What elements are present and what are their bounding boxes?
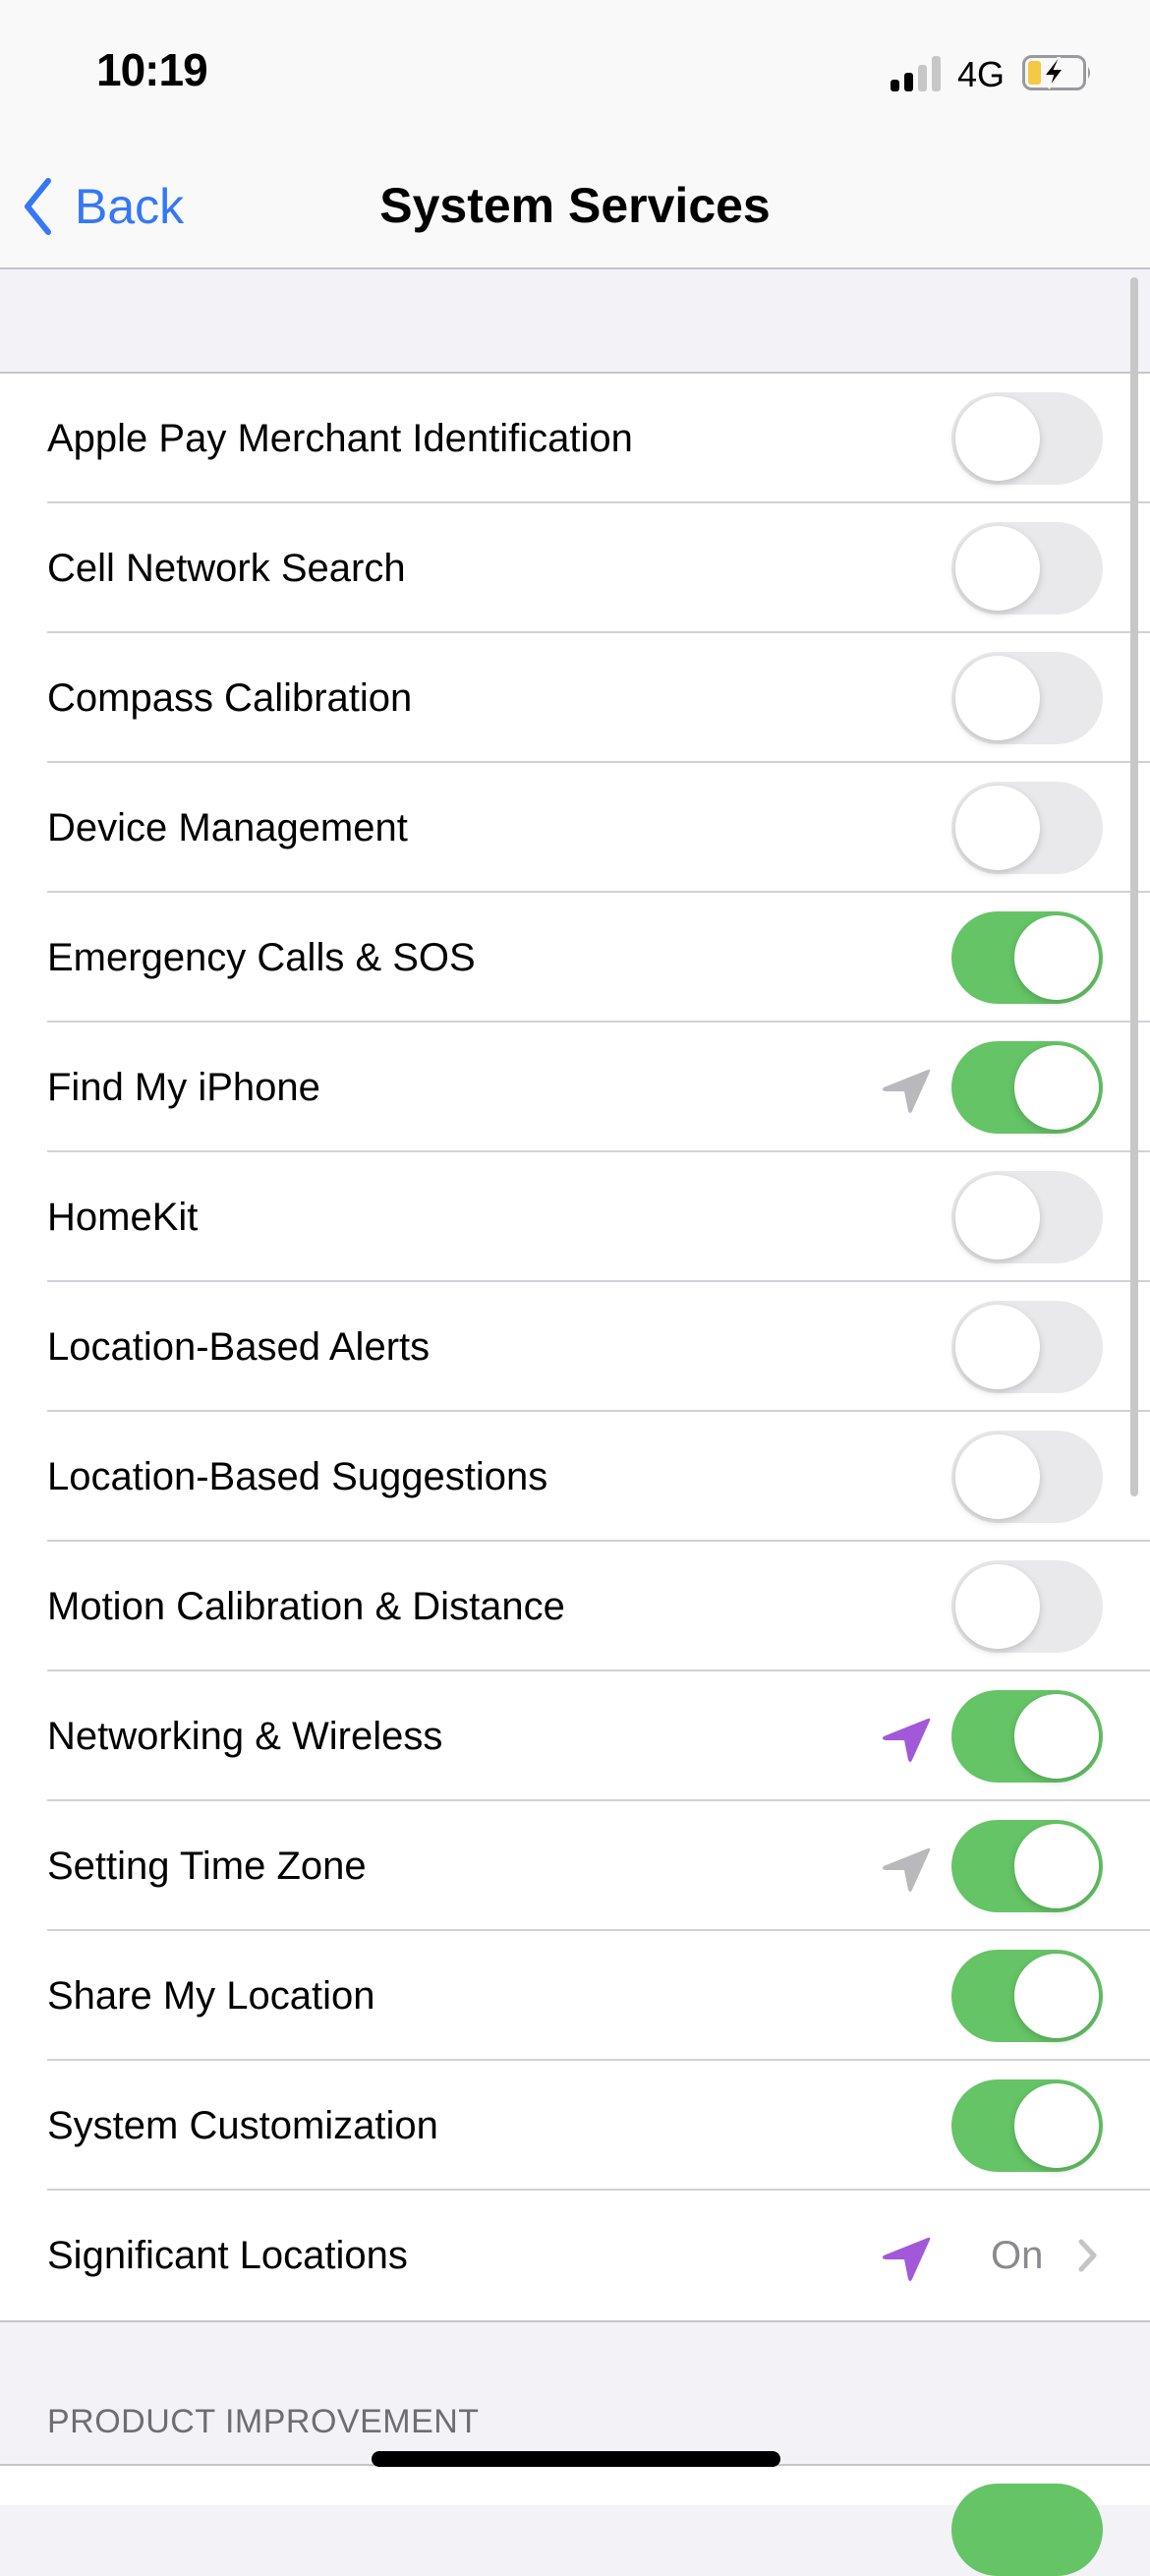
location-arrow-recent-icon (882, 2237, 931, 2281)
product-improvement-list (0, 2464, 1150, 2576)
toggle-knob (1014, 915, 1099, 1000)
service-row: Networking & Wireless (0, 1671, 1150, 1801)
service-label: Share My Location (47, 1973, 375, 2018)
cellular-signal-icon (891, 56, 942, 91)
toggle-knob (955, 396, 1040, 481)
service-row: Emergency Calls & SOS (0, 893, 1150, 1023)
service-label: System Customization (47, 2103, 438, 2147)
toggle-knob (955, 1175, 1040, 1259)
toggle-knob (955, 526, 1040, 611)
toggle-knob (955, 1434, 1040, 1519)
toggle-knob (1014, 2083, 1099, 2168)
service-toggle[interactable] (951, 1301, 1103, 1393)
scrollbar[interactable] (1130, 277, 1138, 1496)
toggle-knob (1014, 1954, 1099, 2038)
service-toggle[interactable] (951, 1431, 1103, 1523)
service-row: Cell Network Search (0, 503, 1150, 633)
navigation-bar: Back System Services (0, 147, 1150, 269)
service-label: Networking & Wireless (47, 1714, 443, 1758)
service-toggle[interactable] (951, 1171, 1103, 1263)
toggle-knob (955, 1305, 1040, 1389)
service-toggle[interactable] (951, 911, 1103, 1004)
toggle-knob (1014, 1045, 1099, 1130)
service-toggle[interactable] (951, 1560, 1103, 1653)
service-value: On (991, 2233, 1044, 2277)
battery-charging-icon (1022, 55, 1090, 90)
location-arrow-recent-icon (882, 1718, 931, 1762)
location-arrow-icon (882, 1847, 931, 1892)
service-row: Location-Based Suggestions (0, 1412, 1150, 1542)
toggle-knob (955, 786, 1040, 870)
service-toggle[interactable] (951, 2079, 1103, 2172)
service-label: Apple Pay Merchant Identification (47, 416, 633, 460)
location-arrow-icon (882, 1069, 931, 1113)
service-label: Significant Locations (47, 2233, 408, 2277)
service-label: HomeKit (47, 1195, 199, 1239)
service-row: Compass Calibration (0, 633, 1150, 763)
service-row: Share My Location (0, 1931, 1150, 2061)
service-toggle[interactable] (951, 522, 1103, 615)
service-label: Location-Based Suggestions (47, 1454, 548, 1498)
service-toggle[interactable] (951, 1690, 1103, 1783)
section-header-product-improvement: PRODUCT IMPROVEMENT (47, 2403, 480, 2440)
service-row: HomeKit (0, 1152, 1150, 1282)
service-label: Setting Time Zone (47, 1844, 367, 1888)
service-label: Cell Network Search (47, 546, 406, 590)
service-label: Device Management (47, 805, 408, 849)
toggle-knob (955, 656, 1040, 740)
service-row[interactable]: Significant Locations On (0, 2191, 1150, 2320)
service-toggle[interactable] (951, 782, 1103, 874)
service-row: System Customization (0, 2061, 1150, 2191)
service-row: Apple Pay Merchant Identification (0, 374, 1150, 503)
back-button[interactable]: Back (22, 177, 184, 236)
service-toggle[interactable] (951, 1950, 1103, 2042)
service-toggle[interactable] (951, 652, 1103, 744)
service-row: Location-Based Alerts (0, 1282, 1150, 1412)
service-row: Find My iPhone (0, 1023, 1150, 1152)
service-toggle[interactable] (951, 1820, 1103, 1912)
back-label: Back (75, 179, 185, 234)
service-row: Setting Time Zone (0, 1801, 1150, 1931)
service-label: Location-Based Alerts (47, 1324, 431, 1369)
toggle-knob (1014, 1694, 1099, 1779)
service-label: Find My iPhone (47, 1065, 320, 1109)
product-improvement-toggle[interactable] (951, 2484, 1103, 2576)
status-bar: 10:19 4G (0, 0, 1150, 147)
service-row: Device Management (0, 763, 1150, 893)
service-toggle[interactable] (951, 392, 1103, 485)
home-indicator[interactable] (372, 2451, 780, 2467)
service-toggle[interactable] (951, 1041, 1103, 1134)
status-time: 10:19 (96, 44, 208, 95)
network-type: 4G (957, 54, 1006, 94)
service-row: Motion Calibration & Distance (0, 1542, 1150, 1671)
chevron-right-icon (1078, 2239, 1097, 2272)
toggle-knob (955, 1564, 1040, 1649)
toggle-knob (1014, 1824, 1099, 1908)
service-label: Compass Calibration (47, 675, 413, 720)
service-label: Emergency Calls & SOS (47, 935, 476, 979)
chevron-left-icon (25, 178, 51, 235)
service-label: Motion Calibration & Distance (47, 1584, 565, 1628)
system-services-list: Apple Pay Merchant Identification Cell Ne… (0, 372, 1150, 2322)
